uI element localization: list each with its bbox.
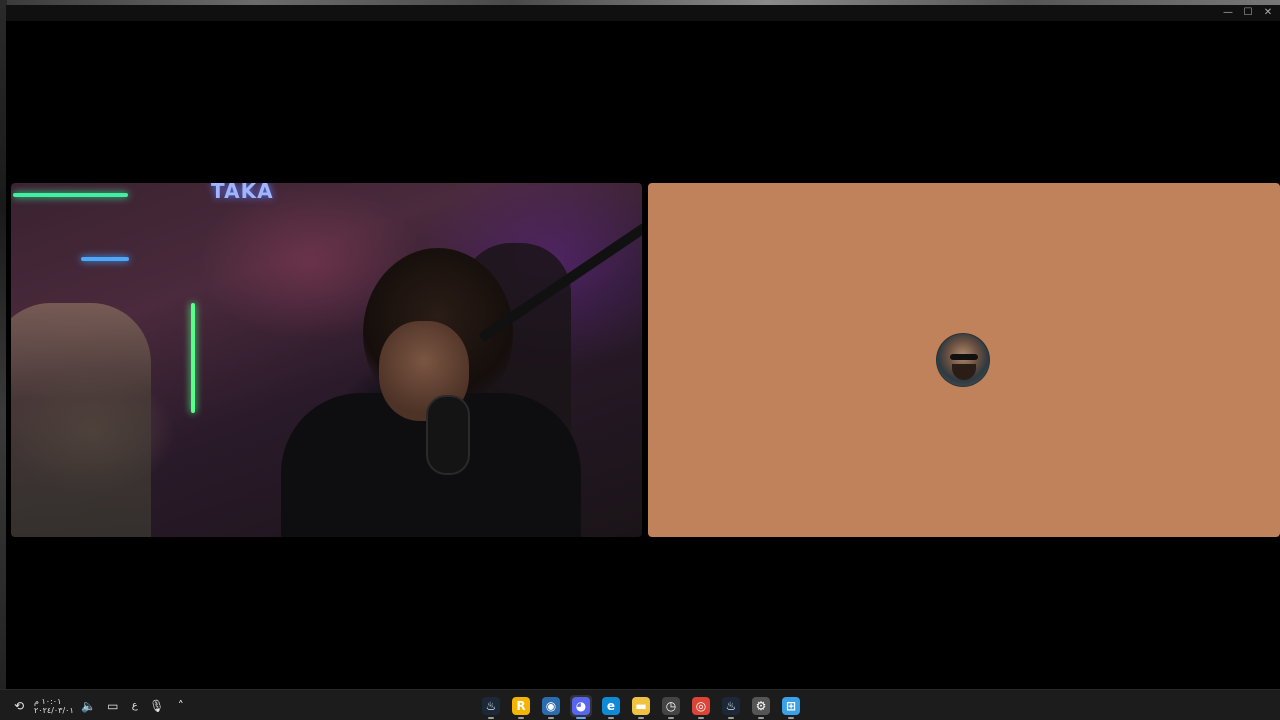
running-indicator <box>518 716 524 719</box>
app-icon: ◉ <box>542 696 560 715</box>
windows-start-icon: ⊞ <box>782 696 800 715</box>
chevron-up-icon[interactable]: ˄ <box>172 697 190 715</box>
gear-icon: ⚙ <box>752 696 770 715</box>
running-indicator <box>758 716 764 719</box>
camera-video-tile[interactable]: TAKA <box>11 183 642 537</box>
minimize-button[interactable]: — <box>1220 6 1236 20</box>
clock-time: ١٠:٠١ م <box>34 696 62 706</box>
steam-icon: ♨ <box>722 696 740 715</box>
steam-icon: ♨ <box>482 696 500 715</box>
taskbar-app-start[interactable]: ⊞ <box>780 695 802 719</box>
taskbar-app-edge[interactable]: e <box>600 695 622 719</box>
taskbar-app-settings[interactable]: ⚙ <box>750 695 772 719</box>
clock-date: ٢٠٢٤/٠٣/٠١ <box>34 705 74 715</box>
microphone <box>426 395 470 475</box>
running-indicator <box>576 716 586 719</box>
running-indicator <box>548 716 554 719</box>
neon-light-blue <box>81 257 129 261</box>
rockstar-icon: R <box>512 696 530 715</box>
taskbar-app-file-explorer[interactable]: ▬ <box>630 695 652 719</box>
running-indicator <box>638 716 644 719</box>
system-tray: ⟲ ١٠:٠١ م ٢٠٢٤/٠٣/٠١ 🔈 ▭ ع 🎙 ˄ <box>10 690 190 720</box>
desktop: — ☐ ✕ TAKA ⟲ ١٠:٠١ م ٢٠٢٤/٠٣/٠١ 🔈 ▭ ع 🎙 … <box>0 0 1280 720</box>
avatar-beard <box>952 364 976 380</box>
running-indicator <box>488 716 494 719</box>
running-indicator <box>788 716 794 719</box>
clock-icon: ◷ <box>662 696 680 715</box>
call-stage: TAKA <box>6 21 1280 689</box>
taskbar-app-steam[interactable]: ♨ <box>480 695 502 719</box>
window-controls: — ☐ ✕ <box>1220 5 1276 21</box>
clock[interactable]: ١٠:٠١ م ٢٠٢٤/٠٣/٠١ <box>34 697 74 715</box>
running-indicator <box>668 716 674 719</box>
side-person <box>11 303 151 537</box>
taskbar: ⟲ ١٠:٠١ م ٢٠٢٤/٠٣/٠١ 🔈 ▭ ع 🎙 ˄ ♨ R ◉ ◕ e ▬ ◷ ◎ ♨… <box>0 689 1280 720</box>
taskbar-app-discord[interactable]: ◕ <box>570 694 592 719</box>
running-indicator <box>698 716 704 719</box>
avatar-video-tile[interactable] <box>648 183 1280 537</box>
speaker-icon[interactable]: 🔈 <box>80 697 98 715</box>
taskbar-app-chrome[interactable]: ◎ <box>690 695 712 719</box>
running-indicator <box>728 716 734 719</box>
avatar-glasses <box>950 354 978 360</box>
chrome-icon: ◎ <box>692 696 710 715</box>
running-indicator <box>608 716 614 719</box>
taskbar-app-rockstar[interactable]: R <box>510 695 532 719</box>
microphone-icon[interactable]: 🎙 <box>148 697 166 715</box>
taskbar-app-clock-app[interactable]: ◷ <box>660 695 682 719</box>
neon-light-green <box>13 193 128 197</box>
taskbar-app-app-blue[interactable]: ◉ <box>540 695 562 719</box>
maximize-button[interactable]: ☐ <box>1240 6 1256 20</box>
video-call-window: — ☐ ✕ TAKA <box>6 5 1280 689</box>
close-button[interactable]: ✕ <box>1260 6 1276 20</box>
taskbar-app-steam-2[interactable]: ♨ <box>720 695 742 719</box>
settings-sync-icon[interactable]: ⟲ <box>10 697 28 715</box>
taskbar-apps: ♨ R ◉ ◕ e ▬ ◷ ◎ ♨ ⚙ ⊞ <box>480 690 802 720</box>
edge-icon: e <box>602 696 620 715</box>
discord-icon: ◕ <box>572 696 590 715</box>
network-icon[interactable]: ▭ <box>104 697 122 715</box>
language-indicator[interactable]: ع <box>128 700 142 711</box>
folder-icon: ▬ <box>632 696 650 715</box>
neon-light-vertical <box>191 303 195 413</box>
window-titlebar[interactable]: — ☐ ✕ <box>6 5 1280 21</box>
neon-sign: TAKA <box>211 183 274 203</box>
user-avatar[interactable] <box>936 333 990 387</box>
